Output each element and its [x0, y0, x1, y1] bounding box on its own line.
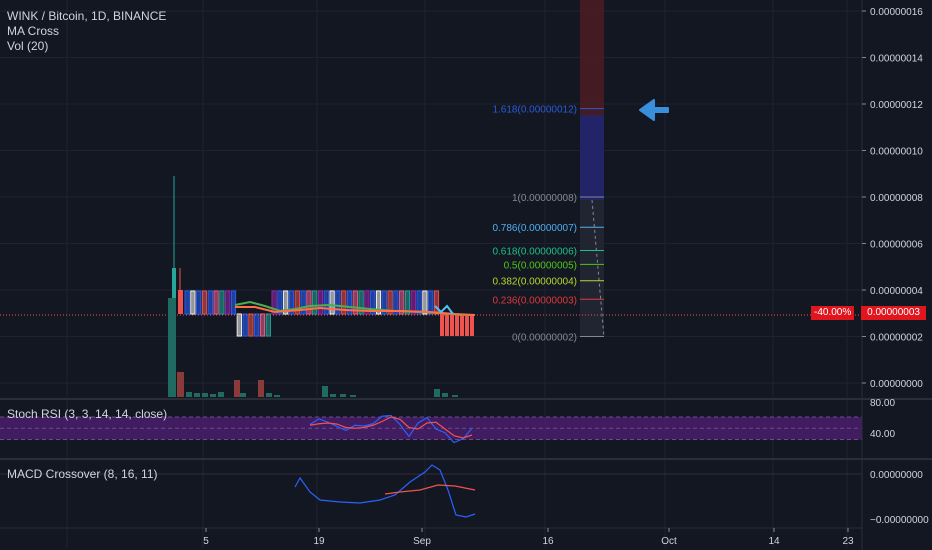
candle-body	[191, 291, 195, 314]
candle-body	[203, 291, 206, 314]
fib-level-label: 1(0.00000008)	[512, 193, 577, 204]
candle	[450, 314, 454, 336]
price-tick-label: 0.00000000	[870, 379, 923, 390]
candle-body	[214, 291, 218, 314]
candle-body	[417, 291, 421, 314]
fib-level-label: 1.618(0.00000012)	[492, 105, 577, 116]
stoch-tick-label: 80.00	[870, 398, 895, 409]
percent-change-badge: -40.00%	[811, 306, 855, 320]
macd-tick-label: 0.00000000	[870, 470, 923, 481]
time-tick-label: 5	[203, 536, 209, 547]
macd-signal-line	[384, 484, 476, 495]
time-tick-label: 19	[313, 536, 325, 547]
fib-level-label: 0.382(0.00000004)	[492, 277, 577, 288]
volume-bar	[177, 372, 184, 397]
price-tick-label: 0.00000016	[870, 7, 923, 18]
candle-body	[319, 291, 322, 314]
time-tick-label: Sep	[413, 536, 431, 547]
candle	[445, 314, 449, 336]
candle-body	[255, 314, 259, 336]
time-tick-label: 14	[768, 536, 780, 547]
time-tick-label: 23	[842, 536, 854, 547]
volume-bar	[186, 392, 192, 397]
candle-body	[266, 314, 270, 336]
fib-zone-blue	[580, 115, 604, 200]
fib-level-label: 0.786(0.00000007)	[492, 223, 577, 234]
volume-bar	[322, 386, 328, 397]
symbol-legend[interactable]: WINK / Bitcoin, 1D, BINANCE	[7, 9, 166, 24]
volume-bar	[218, 392, 224, 397]
price-candles	[0, 176, 862, 337]
price-tick-label: 0.00000008	[870, 193, 923, 204]
candle-body	[411, 291, 415, 314]
candle	[460, 314, 464, 336]
volume-bar	[442, 393, 448, 397]
candle	[465, 314, 469, 336]
volume-bar	[194, 393, 200, 397]
price-tick-label: 0.00000014	[870, 54, 923, 65]
volume-bar	[434, 389, 440, 397]
candle-body	[237, 314, 241, 336]
candle	[440, 314, 444, 336]
volume-bar	[234, 380, 240, 397]
candle	[455, 314, 459, 336]
last-price-badge: 0.00000003	[861, 306, 926, 320]
macd-legend[interactable]: MACD Crossover (8, 16, 11)	[7, 467, 158, 481]
volume-bar	[210, 394, 216, 397]
fib-level-label: 0.618(0.00000006)	[492, 246, 577, 257]
candle	[172, 268, 176, 300]
candle-body	[313, 291, 317, 314]
ma-cross-legend[interactable]: MA Cross	[7, 24, 59, 39]
volume-legend[interactable]: Vol (20)	[7, 39, 48, 54]
time-tick-label: 16	[542, 536, 554, 547]
candle-body	[232, 291, 235, 314]
candle-body	[406, 291, 409, 314]
candle-body	[435, 291, 438, 314]
candle-body	[220, 291, 224, 314]
candle-body	[243, 314, 247, 336]
candle-body	[261, 314, 264, 336]
volume-bar	[240, 393, 246, 397]
candle-body	[226, 291, 230, 314]
stoch-tick-label: 40.00	[870, 429, 895, 440]
fib-level-label: 0(0.00000002)	[512, 333, 577, 344]
stoch-rsi-legend[interactable]: Stoch RSI (3, 3, 14, 14, close)	[7, 407, 167, 421]
volume-bar	[340, 394, 346, 397]
candle-body	[185, 291, 189, 314]
volume-bar	[258, 380, 264, 397]
volume-bar	[350, 395, 356, 397]
candle	[470, 314, 474, 336]
arrow-left-icon	[639, 99, 669, 121]
candle-body	[249, 314, 253, 336]
macd-line	[294, 464, 476, 518]
volume-bar	[274, 395, 280, 397]
volume-bar	[330, 394, 336, 397]
fib-level-label: 0.236(0.00000003)	[492, 295, 577, 306]
candle	[178, 290, 183, 314]
candle-body	[423, 291, 427, 314]
volume-bar	[266, 393, 272, 397]
price-tick-label: 0.00000012	[870, 100, 923, 111]
volume-bar	[452, 395, 458, 397]
candle-body	[208, 291, 212, 314]
macd-tick-label: −0.00000000	[870, 515, 929, 526]
fib-zone-grey	[580, 200, 604, 337]
volume-bar	[202, 393, 208, 397]
price-tick-label: 0.00000010	[870, 147, 923, 158]
fib-zone-red	[580, 0, 604, 115]
candle-body	[429, 291, 433, 314]
candle-body	[324, 291, 328, 314]
candle-body	[197, 291, 201, 314]
fib-level-label: 0.5(0.00000005)	[504, 260, 577, 271]
time-tick-label: Oct	[661, 536, 677, 547]
candle-body	[330, 291, 334, 314]
price-tick-label: 0.00000002	[870, 333, 923, 344]
fib-extension-zone	[580, 0, 605, 338]
volume-bar	[168, 298, 176, 397]
price-tick-label: 0.00000006	[870, 240, 923, 251]
price-tick-label: 0.00000004	[870, 286, 923, 297]
